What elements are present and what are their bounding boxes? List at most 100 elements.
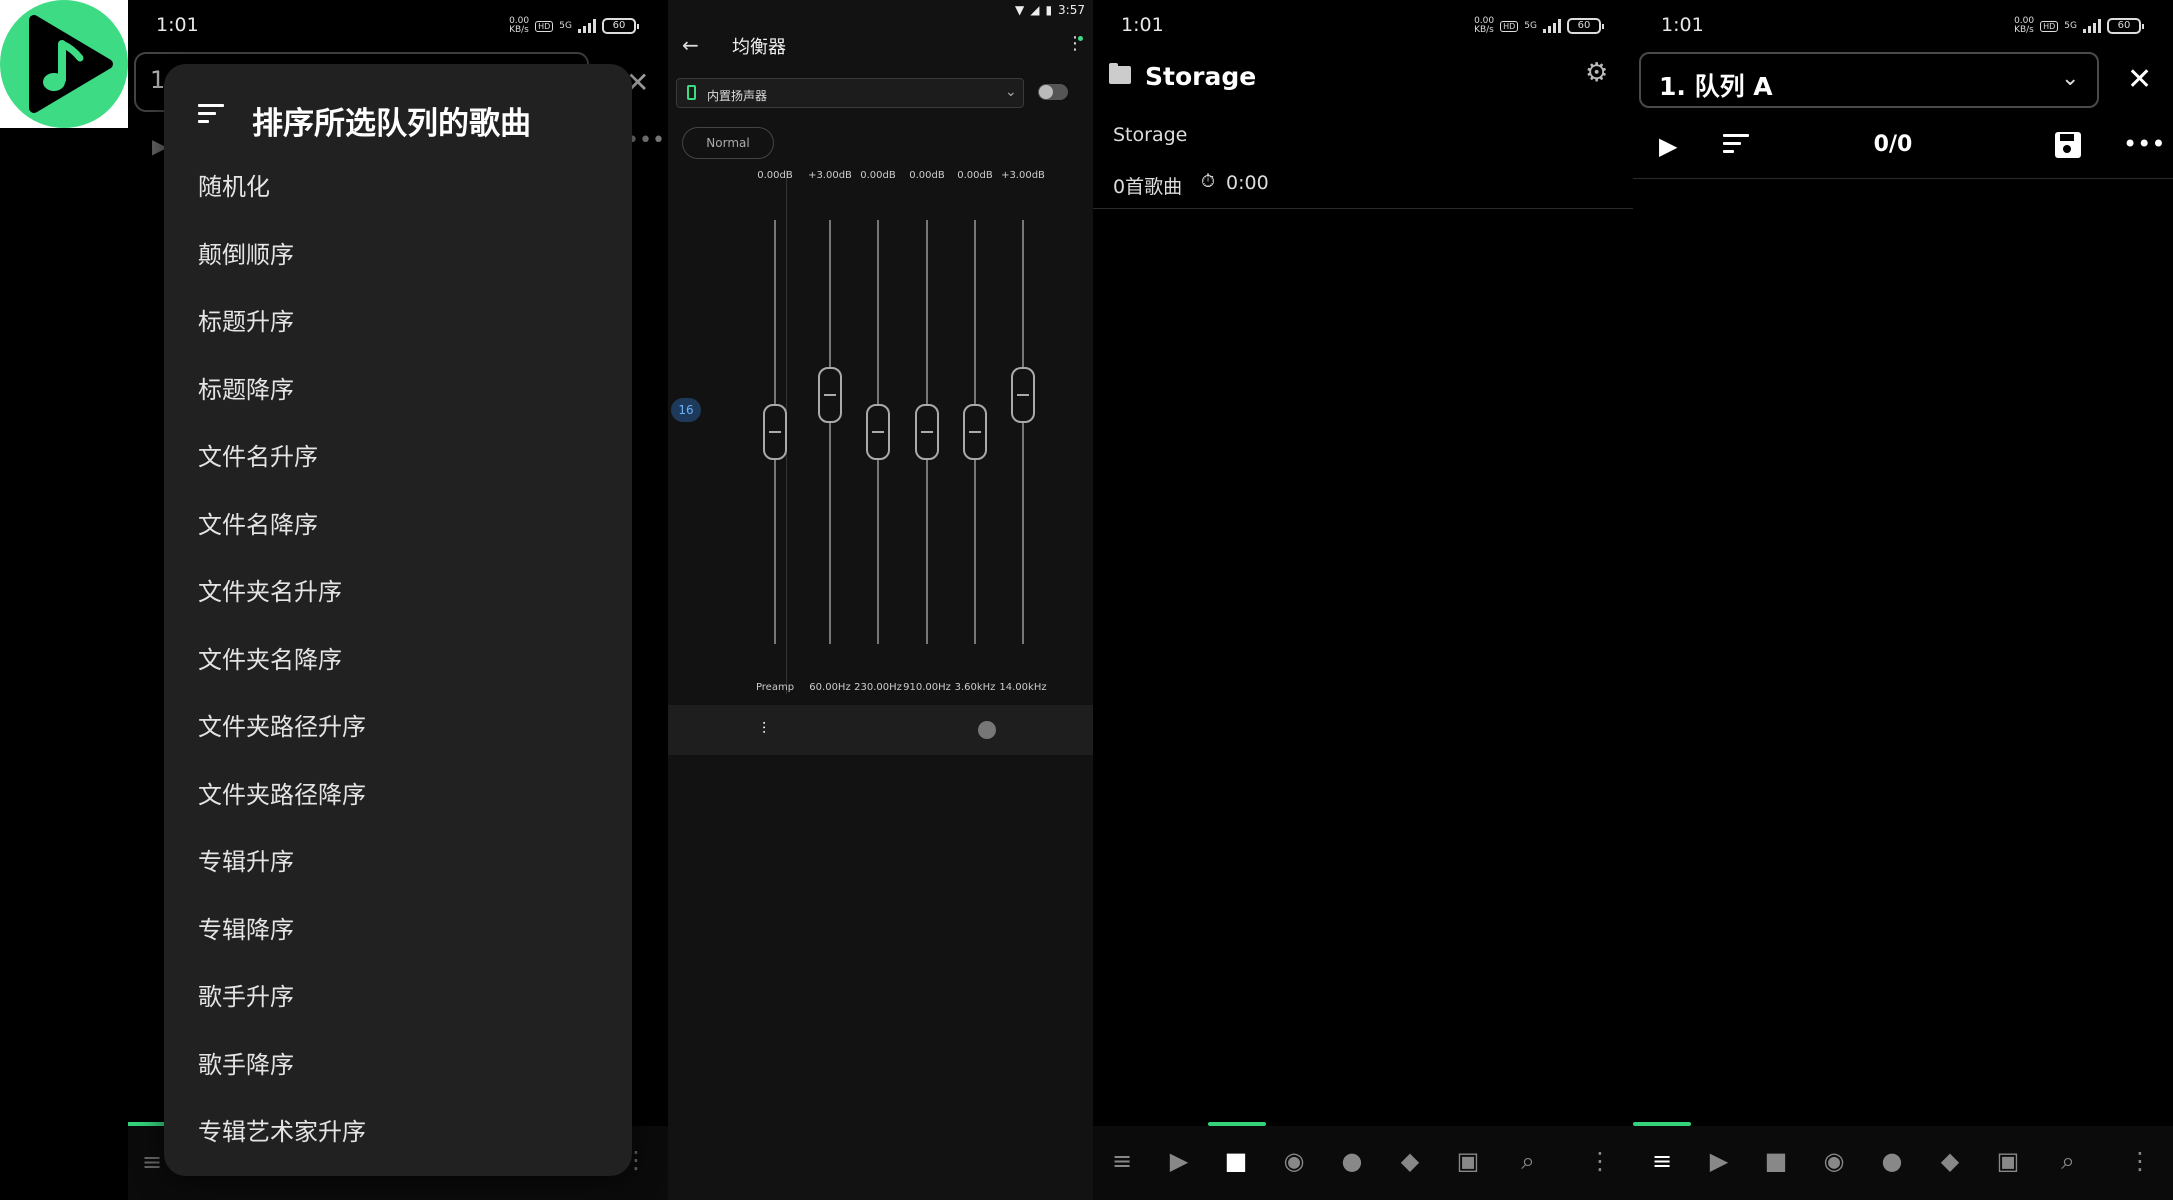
sort-option-folder-name-desc[interactable]: 文件夹名降序 <box>164 635 632 703</box>
network-type: 5G <box>1524 20 1537 31</box>
network-speed: 0.00 KB/s <box>509 16 530 35</box>
queue-name: 1. 队列 A <box>1659 72 1773 101</box>
eq-frequency-label: 14.00kHz <box>999 682 1047 693</box>
play-circle-icon[interactable]: ▶ <box>1164 1146 1194 1176</box>
album-icon[interactable]: ◉ <box>1819 1146 1849 1176</box>
sort-option-album-desc[interactable]: 专辑降序 <box>164 905 632 973</box>
sort-option-filename-asc[interactable]: 文件名升序 <box>164 432 632 500</box>
search-icon[interactable]: ⌕ <box>2053 1146 2083 1176</box>
save-icon[interactable] <box>2055 132 2081 158</box>
song-count: 0首歌曲 <box>1113 176 1183 198</box>
close-icon[interactable]: ✕ <box>2127 62 2152 97</box>
sort-option-folder-path-asc[interactable]: 文件夹路径升序 <box>164 702 632 770</box>
eq-band-5: +3.00dB 14.00kHz <box>998 168 1048 698</box>
folder-icon <box>1109 63 1131 84</box>
divider <box>1093 208 1633 209</box>
queue-position: 0/0 <box>1873 132 1913 157</box>
eq-slider-thumb[interactable] <box>915 404 939 460</box>
eq-band-1: +3.00dB 60.00Hz <box>805 168 855 698</box>
tag-icon[interactable]: ◆ <box>1395 1146 1425 1176</box>
preamp-badge: 16 <box>671 398 701 422</box>
preset-chip[interactable]: Normal <box>682 127 774 159</box>
eq-slider-track[interactable] <box>1022 220 1024 644</box>
sort-option-album-artist-asc[interactable]: 专辑艺术家升序 <box>164 1107 632 1175</box>
sort-option-folder-path-desc[interactable]: 文件夹路径降序 <box>164 770 632 838</box>
overflow-icon[interactable]: ⋮ <box>2125 1146 2155 1176</box>
queue-icon[interactable]: ≡ <box>1647 1146 1677 1176</box>
sort-option-album-asc[interactable]: 专辑升序 <box>164 837 632 905</box>
sort-option-artist-asc[interactable]: 歌手升序 <box>164 972 632 1040</box>
equalizer-screen: ▼ ◢ ▮ 3:57 ← 均衡器 ⋮ 内置扬声器 ⌄ Normal 16 0.0… <box>668 0 1093 1200</box>
app-logo <box>0 0 128 128</box>
chevron-down-icon: ⌄ <box>1005 84 1017 100</box>
sort-option-reverse[interactable]: 颠倒顺序 <box>164 230 632 298</box>
music-play-icon <box>29 15 113 113</box>
hd-icon: HD <box>1500 20 1519 32</box>
artist-icon[interactable]: ● <box>1337 1146 1367 1176</box>
sort-icon <box>198 104 224 128</box>
eq-slider-track[interactable] <box>829 220 831 644</box>
signal-icon <box>2083 19 2101 33</box>
battery-icon: 60 <box>1567 18 1604 34</box>
gear-icon[interactable]: ⚙ <box>1585 58 1608 88</box>
effects-tab-icon[interactable] <box>978 721 996 739</box>
sort-option-title-desc[interactable]: 标题降序 <box>164 365 632 433</box>
sort-screen: 1:01 0.00 KB/s HD 5G 60 1 ✕ ▶ ••• ≡ ⋮ 排序所… <box>128 0 668 1200</box>
album-icon[interactable]: ◉ <box>1279 1146 1309 1176</box>
search-icon[interactable]: ⌕ <box>1513 1146 1543 1176</box>
status-bar: 1:01 0.00 KB/s HD 5G 60 <box>1633 0 2173 52</box>
sort-option-artist-desc[interactable]: 歌手降序 <box>164 1040 632 1108</box>
total-duration: 0:00 <box>1226 172 1269 194</box>
hd-icon: HD <box>535 20 554 32</box>
overflow-icon[interactable]: ⋮ <box>1585 1146 1615 1176</box>
equalizer-tab-icon[interactable]: ⫶ <box>762 719 766 739</box>
tag-icon[interactable]: ◆ <box>1935 1146 1965 1176</box>
sort-options-list: 随机化 颠倒顺序 标题升序 标题降序 文件名升序 文件名降序 文件夹名升序 文件… <box>164 162 632 1175</box>
equalizer-toggle[interactable] <box>1038 84 1068 100</box>
play-circle-icon[interactable]: ▶ <box>1704 1146 1734 1176</box>
status-bar: 1:01 0.00 KB/s HD 5G 60 <box>1093 0 1633 52</box>
eq-slider-thumb[interactable] <box>763 404 787 460</box>
status-time: 1:01 <box>1661 14 1704 36</box>
queue-number: 1 <box>150 66 166 94</box>
eq-slider-thumb[interactable] <box>1011 367 1035 424</box>
status-time: 3:57 <box>1058 3 1085 17</box>
sort-icon[interactable] <box>1723 134 1749 158</box>
page-title: 均衡器 <box>732 37 786 58</box>
queue-screen: 1:01 0.00 KB/s HD 5G 60 1. 队列 A ⌄ ✕ ▶ 0/0… <box>1633 0 2173 1200</box>
folder-nav-icon[interactable]: ■ <box>1761 1146 1791 1176</box>
play-icon[interactable]: ▶ <box>1659 132 1677 160</box>
eq-slider-thumb[interactable] <box>866 404 890 460</box>
output-device-select[interactable]: 内置扬声器 ⌄ <box>676 78 1024 108</box>
battery-icon: 60 <box>2107 18 2144 34</box>
back-arrow-icon[interactable]: ← <box>682 33 699 57</box>
eq-band-4: 0.00dB 3.60kHz <box>950 168 1000 698</box>
eq-band-0: 0.00dB Preamp <box>750 168 800 698</box>
sort-option-folder-name-asc[interactable]: 文件夹名升序 <box>164 567 632 635</box>
sort-option-title-asc[interactable]: 标题升序 <box>164 297 632 365</box>
status-time: 1:01 <box>1121 14 1164 36</box>
signal-icon: ◢ <box>1030 3 1040 17</box>
storage-screen: 1:01 0.00 KB/s HD 5G 60 Storage ⚙ Storage… <box>1093 0 1633 1200</box>
queue-icon[interactable]: ≡ <box>142 1148 162 1176</box>
eq-slider-thumb[interactable] <box>818 367 842 424</box>
folder-subtitle: Storage <box>1113 124 1188 146</box>
playlist-icon[interactable]: ▣ <box>1993 1146 2023 1176</box>
eq-band-2: 0.00dB 230.00Hz <box>853 168 903 698</box>
chevron-down-icon: ⌄ <box>2061 66 2080 91</box>
eq-slider-thumb[interactable] <box>963 404 987 460</box>
artist-icon[interactable]: ● <box>1877 1146 1907 1176</box>
eq-gain-label: 0.00dB <box>860 170 896 181</box>
eq-gain-label: +3.00dB <box>808 170 852 181</box>
eq-gain-label: +3.00dB <box>1001 170 1045 181</box>
folder-nav-icon[interactable]: ■ <box>1221 1146 1251 1176</box>
status-time: 1:01 <box>156 14 199 36</box>
eq-gain-label: 0.00dB <box>909 170 945 181</box>
more-icon[interactable]: ••• <box>2123 130 2165 158</box>
sort-option-shuffle[interactable]: 随机化 <box>164 162 632 230</box>
playlist-icon[interactable]: ▣ <box>1453 1146 1483 1176</box>
network-type: 5G <box>2064 20 2077 31</box>
queue-selector[interactable]: 1. 队列 A ⌄ <box>1639 52 2099 108</box>
queue-icon[interactable]: ≡ <box>1107 1146 1137 1176</box>
sort-option-filename-desc[interactable]: 文件名降序 <box>164 500 632 568</box>
